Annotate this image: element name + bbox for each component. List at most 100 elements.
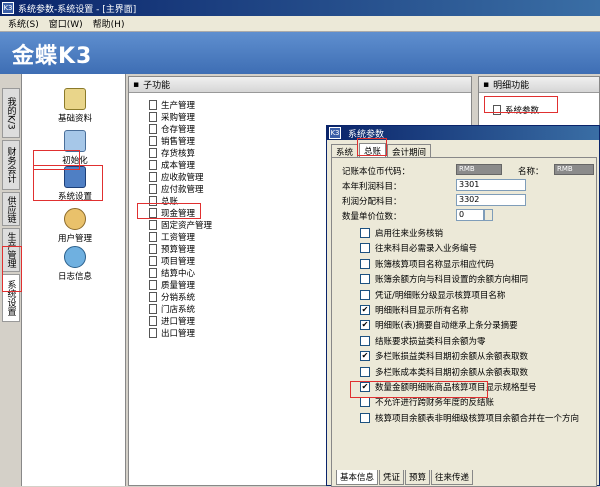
kingdee-logo: 金蝶K3 [12,44,93,69]
option-checkbox[interactable]: 启用往来业务核销 [360,227,443,239]
menu-system[interactable]: 系统(S) [8,17,39,30]
module-log-info[interactable]: 日志信息 [32,246,118,282]
option-checkbox[interactable]: 账簿余额方向与科目设置的余额方向相同 [360,273,528,285]
option-label: 账簿核算项目名称显示相应代码 [375,259,495,270]
subfunction-title: 子功能 [143,81,171,91]
title-bar: K3 系统参数-系统设置 - [主界面] [0,0,600,16]
profit-account-input[interactable]: 3301 [456,179,526,191]
module-basic-data[interactable]: 基础资料 [32,88,118,124]
option-label: 明细账(表)摘要自动继承上条分录摘要 [375,321,518,332]
menu-help[interactable]: 帮助(H) [93,17,125,30]
option-checkbox[interactable]: ✔ 明细账(表)摘要自动继承上条分录摘要 [360,319,518,331]
profit-account-label: 本年利润科目： [342,182,402,192]
subfunction-label: 出口管理 [161,329,196,339]
subfunction-label: 进口管理 [161,317,196,327]
checkbox-icon[interactable] [360,228,370,238]
document-icon [149,256,157,266]
highlight-system-settings [33,165,103,201]
subfunction-item[interactable]: 存货核算 [149,147,195,159]
subfunction-item[interactable]: 工资管理 [149,231,195,243]
subfunction-label: 仓存管理 [161,125,196,135]
checkbox-icon[interactable] [360,258,370,269]
leftnav-finance[interactable]: 财务会计 [2,140,20,190]
option-checkbox[interactable]: 结账要求损益类科目余额为零 [360,335,486,347]
subfunction-item[interactable]: 进口管理 [149,315,195,327]
subfunction-item[interactable]: 仓存管理 [149,123,195,135]
decimals-input[interactable]: 0 [456,209,484,221]
subfunction-item[interactable]: 分销系统 [149,291,195,303]
document-icon [149,244,157,254]
subfunction-label: 质量管理 [161,281,196,291]
option-label: 多栏账损益类科目期初余额从余额表取数 [375,352,529,363]
checkbox-icon[interactable]: ✔ [360,351,370,362]
subfunction-item[interactable]: 预算管理 [149,243,195,255]
option-checkbox[interactable]: ✔ 明细账科目显示所有名称 [360,304,469,316]
option-checkbox[interactable]: 不允许进行跨财务年度的反结账 [360,396,494,408]
subfunction-item[interactable]: 结算中心 [149,267,195,279]
panel-arrow-icon: ▪ [483,79,490,90]
subfunction-item[interactable]: 采购管理 [149,111,195,123]
document-icon [149,112,157,122]
tab-voucher[interactable]: 凭证 [379,470,405,485]
subfunction-label: 成本管理 [161,161,196,171]
subfunction-item[interactable]: 销售管理 [149,135,195,147]
checkbox-icon[interactable]: ✔ [360,320,370,331]
checkbox-icon[interactable] [360,366,370,377]
checkbox-icon[interactable] [360,243,370,254]
document-icon [149,172,157,182]
subfunction-item[interactable]: 出口管理 [149,327,195,339]
option-checkbox[interactable]: 账簿核算项目名称显示相应代码 [360,258,494,270]
menu-window[interactable]: 窗口(W) [49,17,83,30]
document-icon [149,160,157,170]
subfunction-label: 预算管理 [161,245,196,255]
detail-header: ▪ 明细功能 [479,77,599,93]
document-icon [149,148,157,158]
name-field: RMB [554,164,594,175]
log-info-icon [64,246,86,268]
option-label: 往来科目必需录入业务编号 [375,244,478,255]
subfunction-label: 生产管理 [161,101,196,111]
leftnav-supply-chain[interactable]: 供应链 [2,192,20,226]
option-checkbox[interactable]: 多栏账成本类科目期初余额从余额表取数 [360,366,528,378]
checkbox-icon[interactable] [360,289,370,300]
option-checkbox[interactable]: 凭证/明细账分级显示核算项目名称 [360,289,505,301]
option-label: 核算项目余额表非明细级核算项目余额合并在一个方向 [375,413,580,424]
subfunction-label: 项目管理 [161,257,196,267]
leftnav-my-k3[interactable]: 我的K/3 [2,88,20,138]
distribution-account-input[interactable]: 3302 [456,194,526,206]
decimals-label: 数量单价位数： [342,212,402,222]
subfunction-item[interactable]: 项目管理 [149,255,195,267]
checkbox-icon[interactable] [360,335,370,346]
subfunction-label: 销售管理 [161,137,196,147]
k3-app-icon: K3 [2,2,14,14]
option-checkbox[interactable]: 核算项目余额表非明细级核算项目余额合并在一个方向 [360,412,579,424]
user-icon [64,208,86,230]
subfunction-header: ▪ 子功能 [129,77,471,93]
tab-basic-info[interactable]: 基本信息 [336,470,379,485]
subfunction-item[interactable]: 成本管理 [149,159,195,171]
checkbox-icon[interactable] [360,274,370,285]
bottom-tabs: 基本信息 凭证 预算 往来传递 [336,470,474,485]
detail-title: 明细功能 [493,81,530,91]
subfunction-item[interactable]: 应收款管理 [149,171,204,183]
highlight-gl-tab [357,138,387,156]
document-icon [149,136,157,146]
dialog-body: 记账本位币代码： RMB 名称： RMB 本年利润科目： 3301 利润分配科目… [331,157,597,487]
subfunction-item[interactable]: 生产管理 [149,99,195,111]
tab-budget[interactable]: 预算 [405,470,431,485]
tab-transfer[interactable]: 往来传递 [431,470,474,485]
subfunction-item[interactable]: 门店系统 [149,303,195,315]
subfunction-item[interactable]: 应付款管理 [149,183,204,195]
checkbox-icon[interactable]: ✔ [360,305,370,315]
checkbox-icon[interactable] [360,412,370,423]
module-panel: 基础资料 初始化 系统设置 用户管理 日志信息 [22,74,126,486]
option-checkbox[interactable]: 往来科目必需录入业务编号 [360,242,477,254]
module-user-management[interactable]: 用户管理 [32,208,118,244]
subfunction-item[interactable]: 固定资产管理 [149,219,212,231]
highlight-leftnav [2,246,22,292]
decimals-spinner[interactable] [484,209,493,221]
option-checkbox[interactable]: ✔ 多栏账损益类科目期初余额从余额表取数 [360,350,528,362]
k3-app-icon: K3 [329,127,341,139]
subfunction-item[interactable]: 质量管理 [149,279,195,291]
checkbox-icon[interactable] [360,397,370,408]
